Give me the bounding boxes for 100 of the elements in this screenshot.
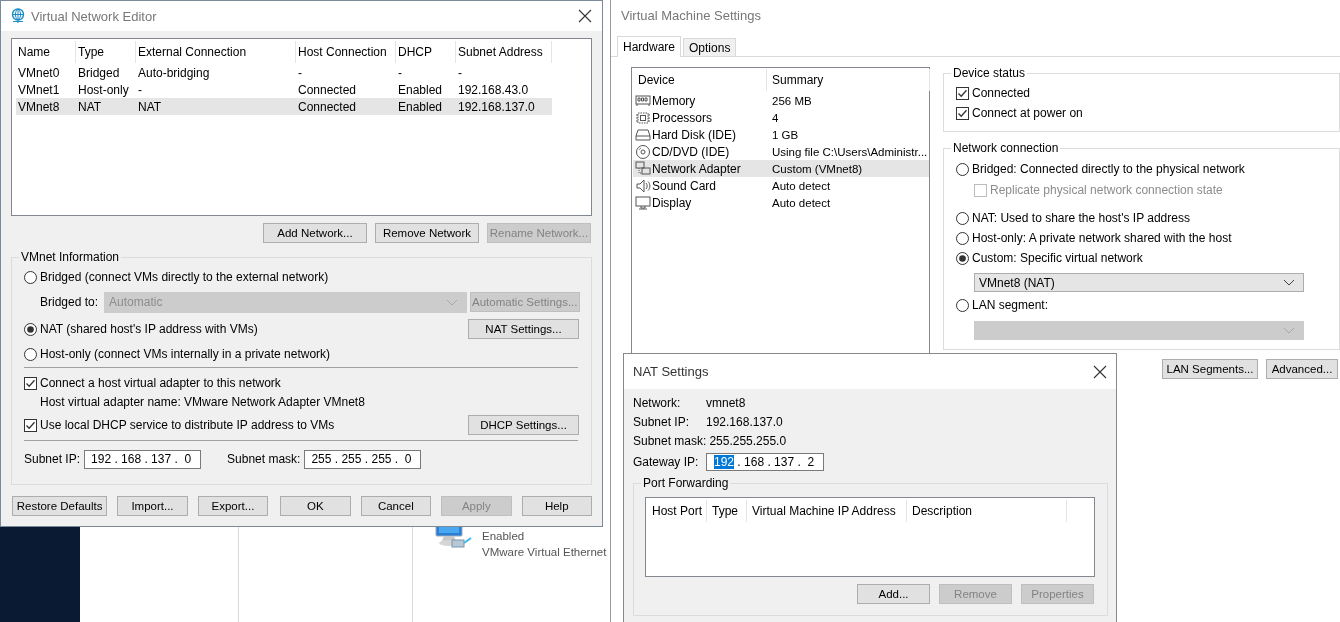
memory-icon xyxy=(635,92,651,109)
ip-field[interactable]: 192 . 168 . 137 . 0 xyxy=(84,449,202,469)
table-row[interactable]: VMnet0 Bridged Auto-bridging - - - xyxy=(16,64,552,81)
radio-button[interactable] xyxy=(956,211,969,225)
table-cell-text: VMnet1 xyxy=(17,82,61,97)
column-header[interactable]: Host Connection xyxy=(296,40,396,63)
dialog-button[interactable]: Export... xyxy=(197,496,269,516)
column-header[interactable]: Description xyxy=(907,500,1067,522)
column-header[interactable]: Type xyxy=(76,40,136,63)
adapter-description: VMware Virtual Ethernet xyxy=(482,545,607,560)
monitor-icon xyxy=(635,194,651,211)
table-row[interactable]: Processors 4 xyxy=(633,109,929,126)
window-title: NAT Settings xyxy=(633,364,709,379)
chip-icon xyxy=(635,109,651,126)
column-header[interactable]: Device xyxy=(633,69,767,91)
radio-button[interactable] xyxy=(24,322,37,336)
column-header[interactable]: Summary xyxy=(767,69,930,91)
field-label: Bridged to: xyxy=(40,295,99,309)
table-row[interactable]: Hard Disk (IDE) 1 GB xyxy=(633,126,929,143)
table-row[interactable]: Network Adapter Custom (VMnet8) xyxy=(633,160,929,177)
device-name: Display xyxy=(652,195,692,210)
table-cell-text: Using file C:\Users\Administr... xyxy=(771,145,929,158)
table-cell-text: Enabled xyxy=(397,82,444,97)
table-cell-text: Connected xyxy=(297,99,358,114)
tab[interactable]: Options xyxy=(683,38,737,56)
dialog-button[interactable]: Restore Defaults xyxy=(12,496,108,516)
option-label: Bridged: Connected directly to the physical network xyxy=(972,162,1245,176)
dialog-button[interactable]: OK xyxy=(280,496,351,516)
radio-button[interactable] xyxy=(956,251,969,265)
dialog-button[interactable]: Import... xyxy=(117,496,188,516)
status-text: Enabled xyxy=(482,529,526,544)
device-name: CD/DVD (IDE) xyxy=(652,144,730,159)
column-header[interactable]: Host Port xyxy=(647,500,707,522)
option-label: Connect at power on xyxy=(972,106,1083,120)
checkbox[interactable] xyxy=(956,86,969,100)
window-title: Virtual Network Editor xyxy=(31,8,157,24)
dialog-button[interactable]: Cancel xyxy=(360,496,432,516)
speaker-icon xyxy=(635,177,651,194)
table-row[interactable]: CD/DVD (IDE) Using file C:\Users\Administr... xyxy=(633,143,929,160)
table-row[interactable]: VMnet8 NAT NAT Connected Enabled 192.168.137.0 xyxy=(16,98,552,115)
disc-icon xyxy=(635,143,651,160)
field-value: 255.255.255.0 xyxy=(709,433,787,448)
table-cell-text: 4 xyxy=(771,111,780,124)
close-icon[interactable] xyxy=(578,9,592,23)
settings-button[interactable]: DHCP Settings... xyxy=(468,415,579,435)
table-row[interactable]: VMnet1 Host-only - Connected Enabled 192.168.43.0 xyxy=(16,81,552,98)
settings-button[interactable]: Advanced... xyxy=(1266,359,1338,379)
device-name: Sound Card xyxy=(652,178,717,193)
ip-field[interactable]: 192 . 168 . 137 . 2 xyxy=(706,453,824,471)
table-cell-text: NAT xyxy=(137,99,163,114)
radio-button[interactable] xyxy=(956,162,969,176)
radio-button[interactable] xyxy=(956,231,969,245)
group-title: Device status xyxy=(951,66,1028,80)
column-header[interactable]: Type xyxy=(707,500,747,522)
column-header[interactable]: DHCP xyxy=(396,40,456,63)
table-cell-text: 256 MB xyxy=(771,94,813,107)
table-cell-text: Enabled xyxy=(397,99,444,114)
table-cell-text: VMnet8 xyxy=(17,99,61,114)
settings-button[interactable]: LAN Segments... xyxy=(1162,359,1258,379)
table-cell-text: NAT xyxy=(77,99,103,114)
radio-button[interactable] xyxy=(24,270,37,284)
field-value: vmnet8 xyxy=(706,395,746,410)
list-button[interactable]: Add Network... xyxy=(263,223,367,243)
ip-field[interactable]: 255 . 255 . 255 . 0 xyxy=(304,449,422,469)
radio-button[interactable] xyxy=(24,347,37,361)
table-row[interactable]: Memory 256 MB xyxy=(633,92,929,109)
list-button[interactable]: Add... xyxy=(857,584,930,604)
table-row[interactable]: Display Auto detect xyxy=(633,194,929,211)
option-label: LAN segment: xyxy=(972,298,1049,312)
checkbox[interactable] xyxy=(24,418,37,432)
column-header[interactable]: Virtual Machine IP Address xyxy=(747,500,907,522)
list-button[interactable]: Remove Network xyxy=(375,223,479,243)
table-cell-text: Host-only xyxy=(77,82,130,97)
column-header[interactable]: Name xyxy=(16,40,76,63)
dialog-button[interactable]: Help xyxy=(521,496,592,516)
chevron-down-icon xyxy=(1283,279,1295,286)
field-label: Subnet mask: xyxy=(227,452,301,466)
option-label: Custom: Specific virtual network xyxy=(972,251,1143,265)
option-label: NAT (shared host's IP address with VMs) xyxy=(40,322,258,336)
checkbox[interactable] xyxy=(24,376,37,390)
option-label: NAT: Used to share the host's IP address xyxy=(972,211,1190,225)
settings-button[interactable]: NAT Settings... xyxy=(468,319,579,339)
table-cell-text: Connected xyxy=(297,82,358,97)
column-header[interactable]: External Connection xyxy=(136,40,296,63)
table-cell-text: Bridged xyxy=(77,65,121,80)
option-label: Bridged (connect VMs directly to the external network) xyxy=(40,270,329,284)
table-row[interactable]: Sound Card Auto detect xyxy=(633,177,929,194)
field-label: Subnet IP: xyxy=(24,452,81,466)
checkbox[interactable] xyxy=(956,106,969,120)
globe-icon xyxy=(11,8,25,24)
column-header[interactable]: Subnet Address xyxy=(456,40,552,63)
device-name: Hard Disk (IDE) xyxy=(652,127,736,142)
dropdown[interactable]: VMnet8 (NAT) xyxy=(974,273,1304,292)
radio-button[interactable] xyxy=(956,298,969,312)
close-icon[interactable] xyxy=(1093,364,1107,379)
window-title: Virtual Machine Settings xyxy=(621,7,761,23)
table-cell-text: Custom (VMnet8) xyxy=(771,162,864,175)
tab[interactable]: Hardware xyxy=(617,36,682,57)
table-cell-text: - xyxy=(397,65,403,80)
group-title: Network connection xyxy=(951,141,1061,155)
